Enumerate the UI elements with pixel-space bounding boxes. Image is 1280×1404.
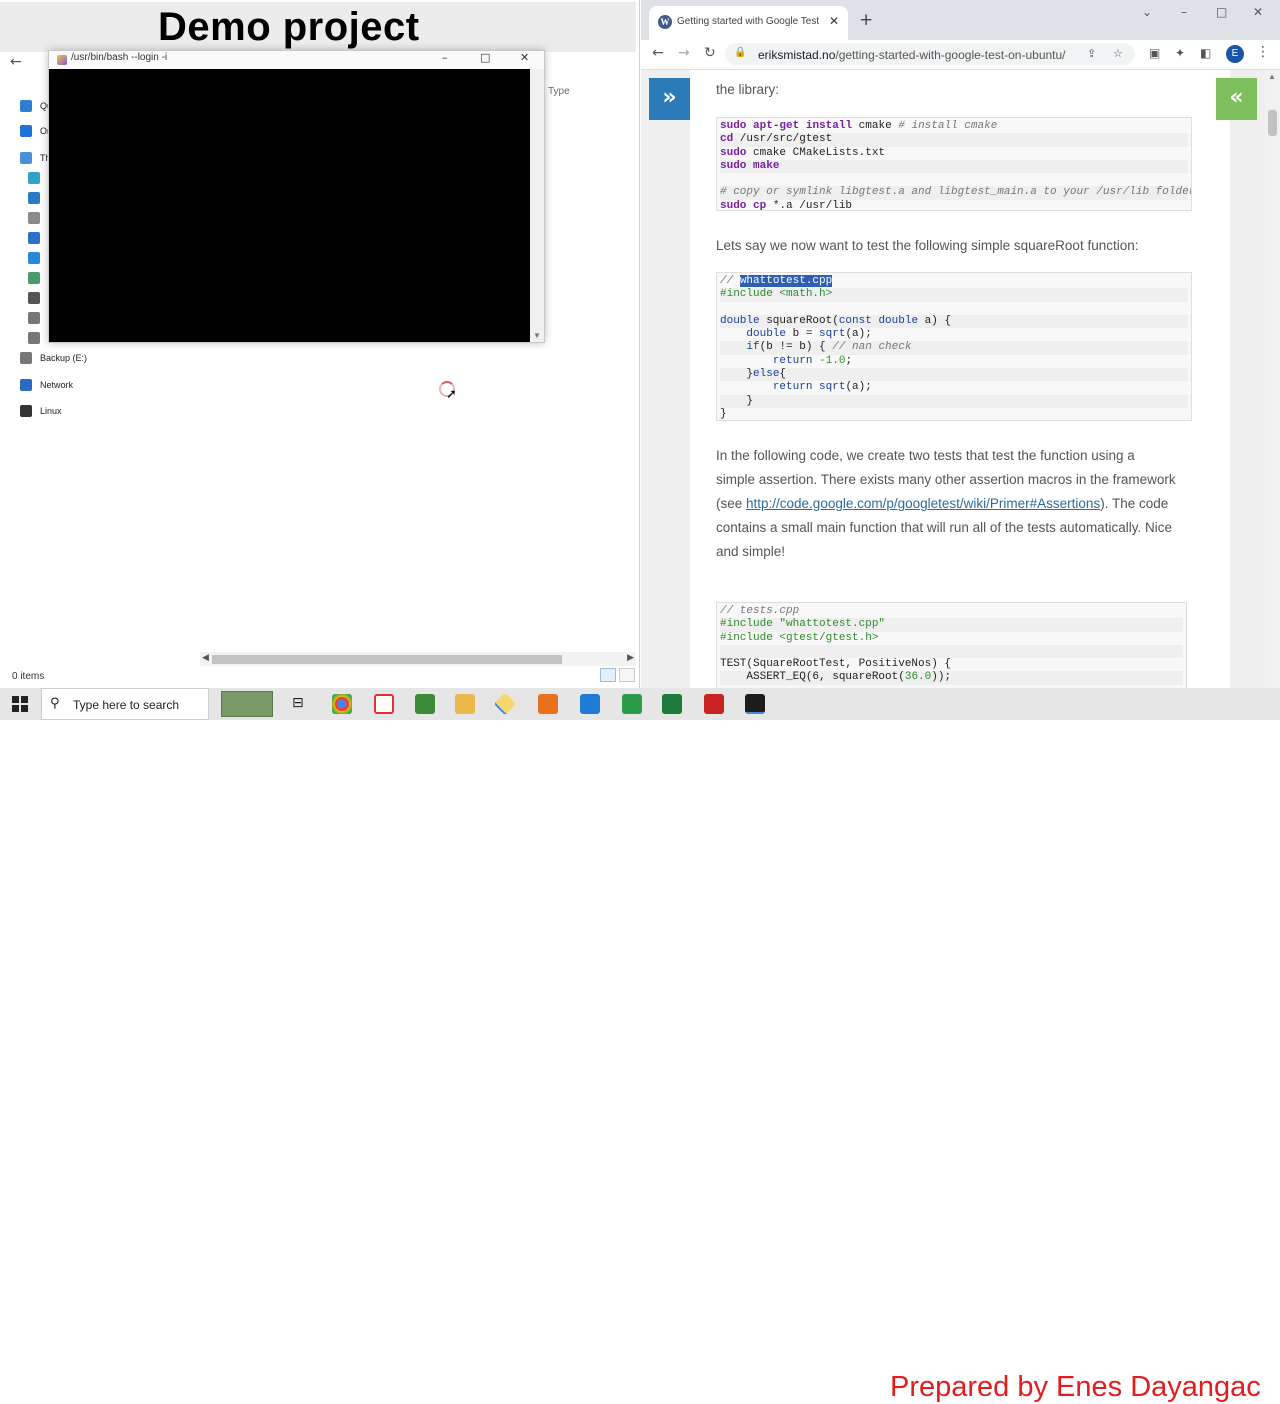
scroll-left-icon[interactable]: ◀ <box>202 652 209 663</box>
chrome-window: W Getting started with Google Test ✕ + ⌄… <box>641 0 1280 688</box>
code-block-tests: // tests.cpp #include "whattotest.cpp" #… <box>716 602 1187 688</box>
address-bar[interactable]: 🔒 eriksmistad.no/getting-started-with-go… <box>725 43 1135 65</box>
chrome-icon[interactable] <box>332 694 352 714</box>
paragraph-tests: In the following code, we create two tes… <box>716 448 1176 559</box>
terminal-scrollbar[interactable]: ▼ <box>530 69 544 342</box>
cube-icon <box>28 172 40 184</box>
url-text[interactable]: eriksmistad.no/getting-started-with-goog… <box>758 48 1066 62</box>
banner-title: Demo project <box>158 4 420 49</box>
nav-item-label: Network <box>40 380 74 390</box>
extension-icon[interactable]: ▣ <box>1149 46 1160 60</box>
terminal-screen[interactable] <box>49 69 530 342</box>
puzzle-icon[interactable]: ✦ <box>1175 46 1185 60</box>
windows-start-icon[interactable] <box>12 696 28 712</box>
wordpress-icon: W <box>658 15 672 29</box>
forward-icon[interactable]: → <box>678 45 690 61</box>
scroll-down-icon[interactable]: ▼ <box>533 331 541 340</box>
desktop-icon <box>28 192 40 204</box>
profile-avatar[interactable]: E <box>1226 45 1244 63</box>
new-tab-icon[interactable]: + <box>859 10 873 30</box>
chevron-down-icon[interactable]: ⌄ <box>1142 5 1152 19</box>
close-tab-icon[interactable]: ✕ <box>829 14 839 28</box>
back-icon[interactable]: ← <box>652 45 664 61</box>
maximize-icon[interactable]: □ <box>480 51 490 64</box>
close-icon[interactable]: ✕ <box>520 51 529 64</box>
nav-item-label: Backup (E:) <box>40 353 88 363</box>
code-block-whattotest: // whattotest.cpp #include <math.h> doub… <box>716 272 1192 421</box>
cloud-icon <box>20 125 32 137</box>
xampp-icon[interactable] <box>538 694 558 714</box>
bookmark-star-icon[interactable]: ☆ <box>1113 47 1123 60</box>
mouse-pointer-icon: ➚ <box>446 387 457 402</box>
details-view-icon[interactable] <box>600 668 616 682</box>
minimize-icon[interactable]: – <box>1181 5 1187 19</box>
close-icon[interactable]: ✕ <box>1253 5 1263 19</box>
nav-item[interactable]: Backup (E:) <box>20 348 87 368</box>
star-icon <box>20 100 32 112</box>
nav-item[interactable]: Linux <box>20 401 62 421</box>
document-icon <box>28 212 40 224</box>
excel-icon[interactable] <box>662 694 682 714</box>
task-view-icon[interactable]: ⊟ <box>292 695 304 711</box>
watermark-text: Prepared by Enes Dayangac <box>890 1371 1261 1403</box>
computer-icon <box>20 152 32 164</box>
web-page: » « the library: sudo apt-get install cm… <box>641 70 1280 688</box>
picture-icon <box>28 272 40 284</box>
horizontal-scrollbar[interactable]: ◀ ▶ <box>200 652 636 666</box>
notepadpp-icon[interactable] <box>415 694 435 714</box>
snipping-tool-icon[interactable] <box>374 694 394 714</box>
sidepanel-icon[interactable]: ◧ <box>1200 46 1211 60</box>
status-item-count: 0 items <box>12 671 45 682</box>
search-icon: ⚲ <box>50 696 60 711</box>
network-icon <box>20 379 32 391</box>
expand-right-icon[interactable]: » <box>649 78 690 120</box>
nav-item[interactable]: Th <box>20 148 51 168</box>
file-explorer-icon[interactable] <box>455 694 475 714</box>
download-icon <box>28 232 40 244</box>
minimize-icon[interactable]: – <box>442 51 448 64</box>
terminal-icon[interactable] <box>745 694 765 714</box>
music-icon <box>28 252 40 264</box>
collapse-left-icon[interactable]: « <box>1216 78 1257 120</box>
large-icons-view-icon[interactable] <box>619 668 635 682</box>
tab-title: Getting started with Google Test <box>677 16 820 27</box>
menu-icon[interactable]: ⋮ <box>1256 44 1270 60</box>
lock-icon[interactable]: 🔒 <box>734 47 746 58</box>
assertions-link[interactable]: http://code.google.com/p/googletest/wiki… <box>746 496 1100 511</box>
search-placeholder: Type here to search <box>73 698 180 712</box>
browser-tab[interactable]: W Getting started with Google Test ✕ <box>649 6 848 40</box>
terminal-title: /usr/bin/bash --login -i <box>71 52 168 63</box>
paragraph-squareroot: Lets say we now want to test the followi… <box>716 238 1139 253</box>
demo-banner: Demo project <box>0 2 636 52</box>
drive-icon <box>20 352 32 364</box>
nav-item[interactable]: Network <box>20 375 73 395</box>
taskbar-search-box[interactable]: ⚲ Type here to search <box>41 688 209 720</box>
share-icon[interactable]: ⇪ <box>1087 47 1096 60</box>
nav-item-label: Linux <box>40 406 62 416</box>
page-scrollbar-thumb[interactable] <box>1268 110 1277 136</box>
matlab-icon[interactable] <box>704 694 724 714</box>
taskbar: ⚲ Type here to search ⊟ Prepared by Enes… <box>0 688 1280 1403</box>
back-arrow-icon[interactable]: ← <box>10 54 22 70</box>
spreadsheet-icon[interactable] <box>622 694 642 714</box>
code-block-install: sudo apt-get install cmake # install cma… <box>716 117 1192 211</box>
penguin-icon <box>20 405 32 417</box>
drive-icon <box>28 312 40 324</box>
page-scrollbar[interactable]: ▲ <box>1265 70 1280 688</box>
news-widget-icon[interactable] <box>221 691 273 717</box>
vscode-icon[interactable] <box>580 694 600 714</box>
terminal-app-icon <box>57 55 67 65</box>
video-icon <box>28 292 40 304</box>
drive-icon <box>28 332 40 344</box>
paragraph-library: the library: <box>716 82 780 97</box>
scroll-up-icon[interactable]: ▲ <box>1268 72 1276 81</box>
scroll-right-icon[interactable]: ▶ <box>627 652 634 663</box>
terminal-window[interactable]: /usr/bin/bash --login -i – □ ✕ ▼ <box>48 50 545 343</box>
git-icon[interactable] <box>493 692 517 716</box>
column-header-type[interactable]: Type <box>548 86 570 97</box>
scrollbar-thumb[interactable] <box>212 655 562 664</box>
reload-icon[interactable]: ↻ <box>704 45 716 61</box>
maximize-icon[interactable]: □ <box>1216 5 1227 19</box>
